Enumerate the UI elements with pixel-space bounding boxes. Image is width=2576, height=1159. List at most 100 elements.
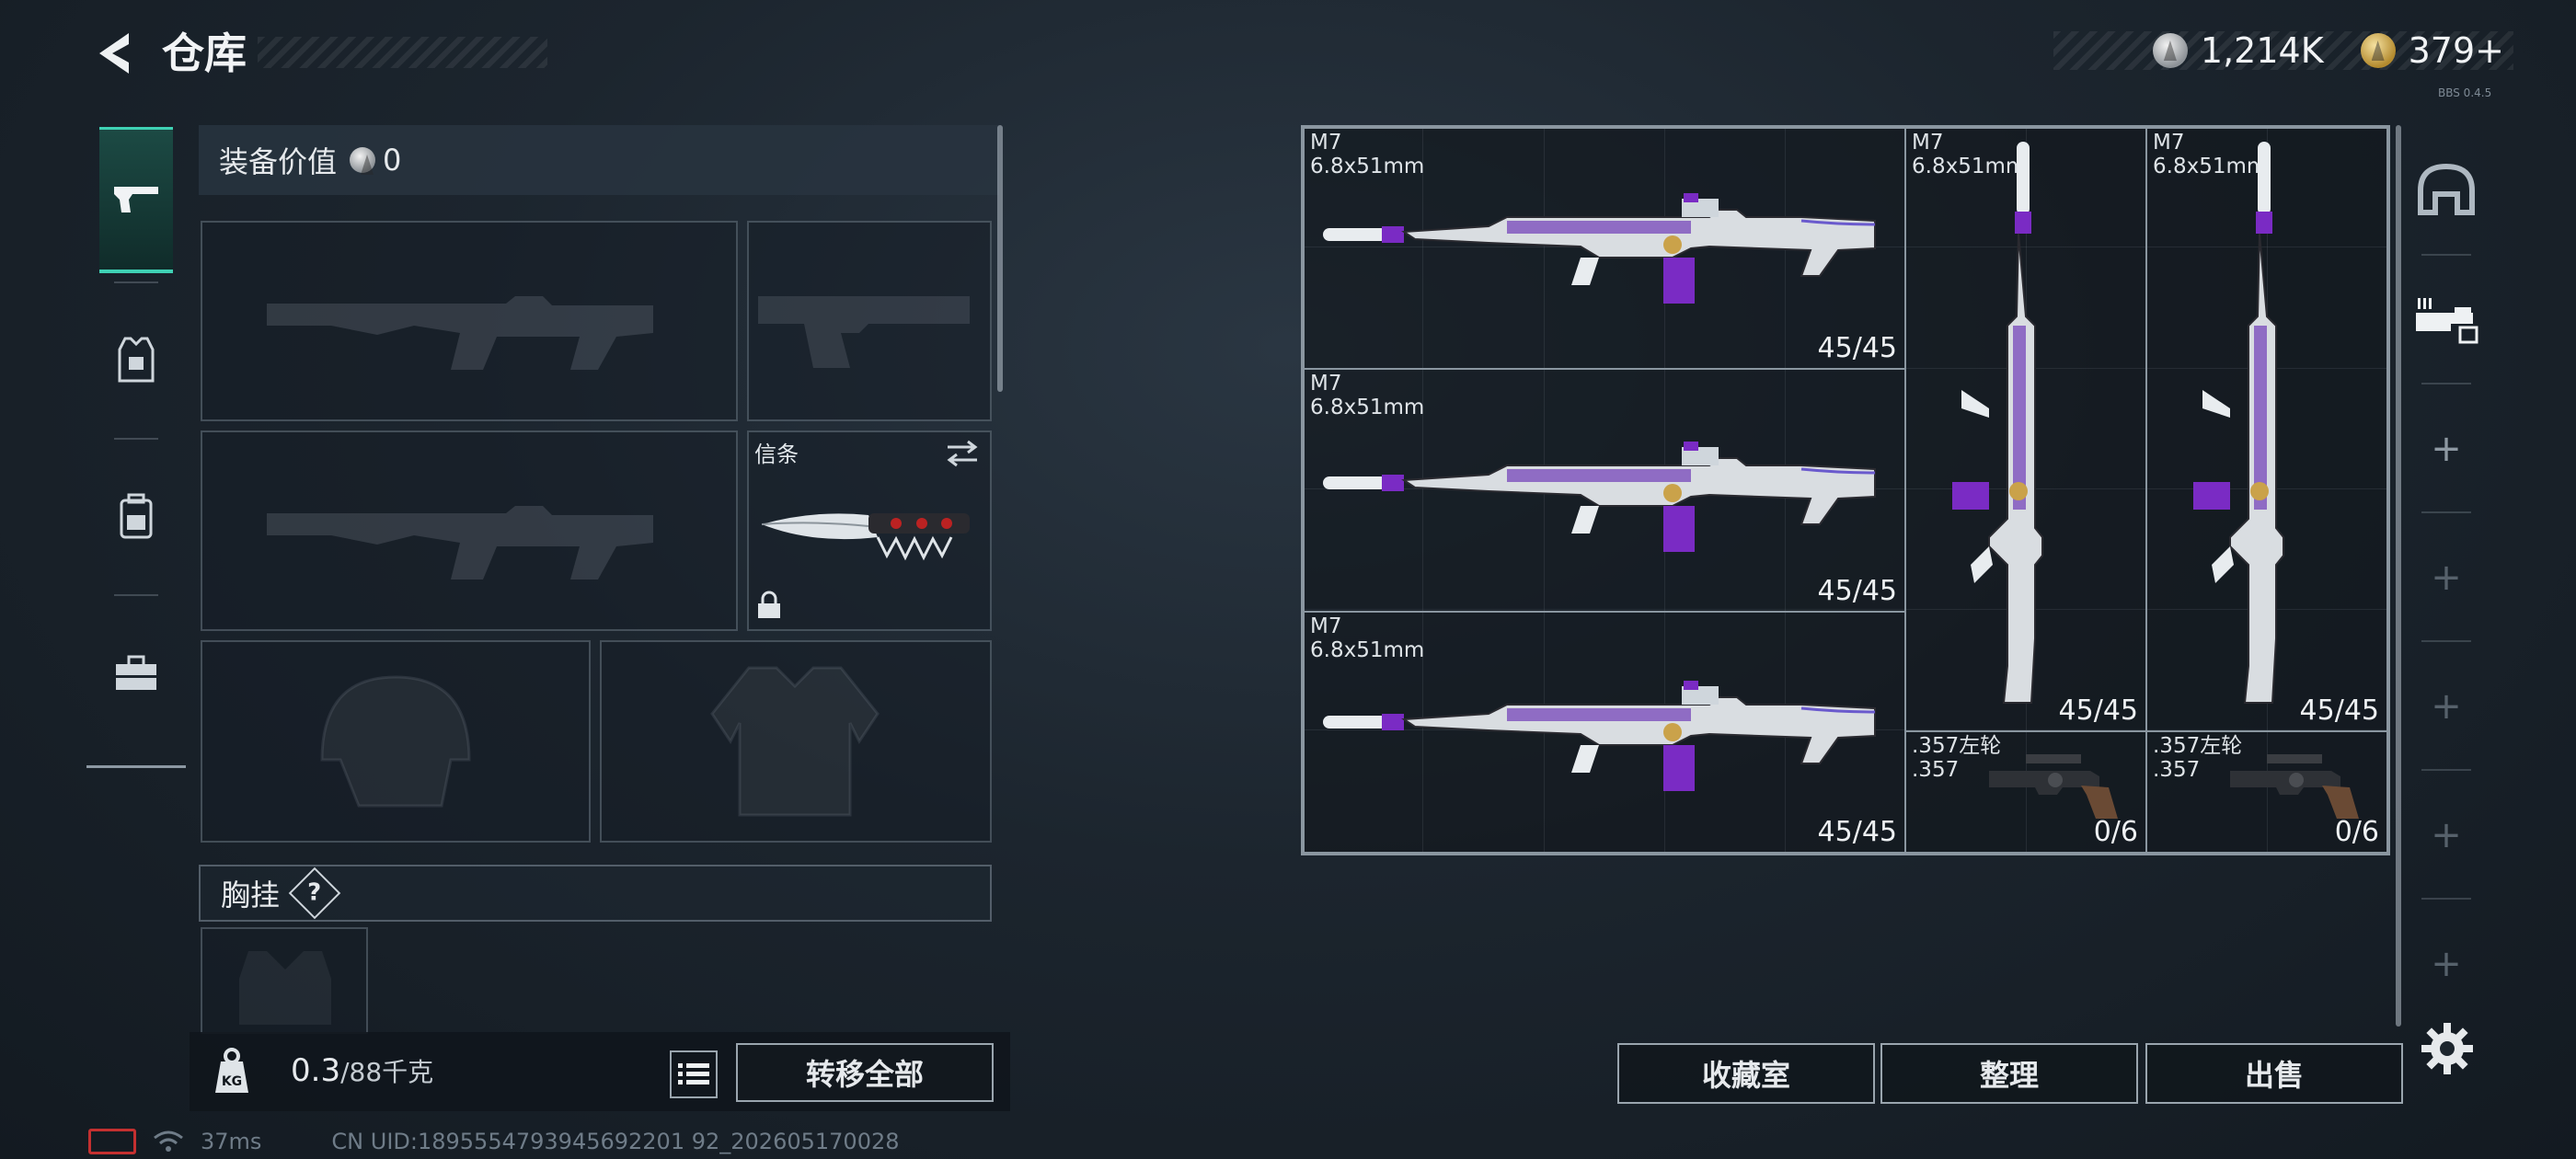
weapon-rack-icon bbox=[2416, 298, 2478, 344]
pistol-icon bbox=[114, 187, 158, 212]
chest-rig-slot[interactable] bbox=[201, 927, 368, 1034]
m7-rifle-vertical-icon bbox=[1952, 142, 2043, 704]
status-line: 37ms CN UID:1895554793945692201 92_20260… bbox=[88, 1128, 900, 1155]
ping-value: 37ms bbox=[201, 1129, 262, 1154]
gold-coin-icon bbox=[2360, 33, 2396, 68]
loadout-scrollbar[interactable] bbox=[997, 125, 1003, 392]
item-name: M7 bbox=[1310, 614, 1342, 638]
stash-grid: M7 6.8x51mm 45/45 M7 6.8x51mm 45/45 M7 6… bbox=[1301, 125, 2390, 855]
rail-item-armor[interactable] bbox=[99, 291, 173, 430]
title-decoration bbox=[258, 37, 547, 68]
stash-page-weapon-rack[interactable] bbox=[2410, 256, 2482, 384]
plus-icon: + bbox=[2431, 814, 2462, 856]
toolbox-icon bbox=[116, 655, 156, 690]
stash-page-add[interactable]: + bbox=[2410, 642, 2482, 771]
stash-item-m7[interactable]: M7 6.8x51mm 45/45 bbox=[1303, 368, 1906, 613]
body-armor-slot[interactable] bbox=[600, 640, 992, 843]
lock-icon bbox=[758, 591, 780, 618]
help-button[interactable]: ? bbox=[288, 866, 341, 920]
m7-rifle-vertical-icon bbox=[2193, 142, 2284, 704]
rifle-silhouette-icon bbox=[267, 506, 653, 580]
revolver-icon bbox=[1989, 754, 2118, 819]
m7-rifle-icon bbox=[1323, 442, 1876, 552]
item-name: .357左轮 bbox=[2153, 734, 2243, 758]
stash-page-add[interactable]: + bbox=[2410, 900, 2482, 1028]
equipment-value-header: 装备价值 0 bbox=[199, 125, 999, 195]
knife-icon bbox=[761, 513, 970, 561]
stash-item-revolver[interactable]: .357左轮 .357 0/6 bbox=[1904, 730, 2147, 854]
stash-page-rail: + + + + + bbox=[2410, 125, 2482, 1073]
silver-coin-icon bbox=[350, 147, 376, 173]
currency-display: 1,214K 379+ bbox=[2053, 30, 2513, 71]
wifi-icon bbox=[154, 1130, 183, 1152]
chest-rig-label: 胸挂 bbox=[221, 878, 281, 912]
help-mark: ? bbox=[307, 879, 322, 907]
item-caliber: .357 bbox=[2153, 758, 2201, 782]
loadout-panel: 装备价值 0 信条 胸挂 ? bbox=[199, 125, 1003, 1109]
chest-rig-header: 胸挂 ? bbox=[199, 865, 992, 922]
sort-button[interactable]: 整理 bbox=[1880, 1043, 2138, 1104]
backpack-weight-bar: KG 0.3/88千克 转移全部 bbox=[190, 1032, 1010, 1111]
primary-weapon-slot-1[interactable] bbox=[201, 221, 738, 421]
version-label: BBS 0.4.5 bbox=[2438, 86, 2492, 99]
item-ammo: 0/6 bbox=[2093, 816, 2138, 848]
item-caliber: 6.8x51mm bbox=[1310, 155, 1425, 178]
stash-scrollbar[interactable] bbox=[2396, 125, 2401, 1027]
back-button[interactable] bbox=[85, 26, 144, 81]
chest-rig-silhouette-icon bbox=[239, 951, 331, 1025]
silver-coin-icon bbox=[2152, 33, 2188, 68]
item-name: M7 bbox=[1912, 131, 1944, 155]
item-name: M7 bbox=[1310, 131, 1342, 155]
sell-button[interactable]: 出售 bbox=[2145, 1043, 2403, 1104]
stash-item-revolver[interactable]: .357左轮 .357 0/6 bbox=[2145, 730, 2388, 854]
item-caliber: 6.8x51mm bbox=[1310, 396, 1425, 419]
stash-item-m7[interactable]: M7 6.8x51mm 45/45 bbox=[2145, 127, 2388, 732]
stash-page-helmet[interactable] bbox=[2410, 125, 2482, 254]
settings-button[interactable] bbox=[2420, 1021, 2475, 1076]
plus-icon: + bbox=[2431, 943, 2462, 985]
equipment-value: 0 bbox=[383, 143, 402, 178]
item-ammo: 45/45 bbox=[1817, 575, 1897, 607]
user-uid: CN UID:1895554793945692201 92_2026051700… bbox=[331, 1129, 900, 1154]
rifle-silhouette-icon bbox=[267, 296, 653, 370]
gold-coin-amount[interactable]: 379+ bbox=[2409, 30, 2504, 71]
stash-item-m7[interactable]: M7 6.8x51mm 45/45 bbox=[1904, 127, 2147, 732]
item-ammo: 45/45 bbox=[2058, 694, 2138, 727]
weight-readout: 0.3/88千克 bbox=[291, 1052, 433, 1089]
equipment-value-label: 装备价值 bbox=[219, 144, 338, 179]
helmet-silhouette-icon bbox=[320, 675, 471, 808]
melee-item-name: 信条 bbox=[754, 442, 799, 467]
item-caliber: .357 bbox=[1912, 758, 1960, 782]
stash-page-add[interactable]: + bbox=[2410, 771, 2482, 900]
primary-weapon-slot-2[interactable] bbox=[201, 430, 738, 631]
rail-item-weapons[interactable] bbox=[99, 127, 173, 273]
backpack-icon bbox=[120, 493, 153, 539]
body-armor-silhouette-icon bbox=[710, 666, 880, 817]
battery-icon bbox=[88, 1129, 136, 1154]
item-name: M7 bbox=[1310, 372, 1342, 396]
swap-arrows-icon[interactable] bbox=[944, 438, 981, 469]
item-ammo: 45/45 bbox=[2299, 694, 2379, 727]
item-ammo: 45/45 bbox=[1817, 332, 1897, 364]
item-name: .357左轮 bbox=[1912, 734, 2002, 758]
weight-current: 0.3 bbox=[291, 1052, 341, 1089]
rail-item-backpack[interactable] bbox=[99, 447, 173, 587]
list-view-button[interactable] bbox=[670, 1050, 718, 1098]
weight-icon: KG bbox=[215, 1048, 248, 1093]
category-rail bbox=[86, 125, 186, 768]
collection-room-button[interactable]: 收藏室 bbox=[1617, 1043, 1875, 1104]
pistol-silhouette-icon bbox=[758, 296, 970, 368]
rail-item-tools[interactable] bbox=[99, 603, 173, 743]
sidearm-slot[interactable] bbox=[747, 221, 992, 421]
stash-item-m7[interactable]: M7 6.8x51mm 45/45 bbox=[1303, 127, 1906, 370]
m7-rifle-icon bbox=[1323, 193, 1876, 304]
gear-icon bbox=[2421, 1023, 2473, 1074]
plus-icon: + bbox=[2431, 685, 2462, 728]
helmet-slot[interactable] bbox=[201, 640, 591, 843]
stash-page-add[interactable]: + bbox=[2410, 513, 2482, 642]
stash-page-add[interactable]: + bbox=[2410, 384, 2482, 513]
stash-item-m7[interactable]: M7 6.8x51mm 45/45 bbox=[1303, 611, 1906, 854]
transfer-all-button[interactable]: 转移全部 bbox=[736, 1043, 994, 1102]
melee-slot[interactable]: 信条 bbox=[747, 430, 992, 631]
revolver-icon bbox=[2230, 754, 2359, 819]
